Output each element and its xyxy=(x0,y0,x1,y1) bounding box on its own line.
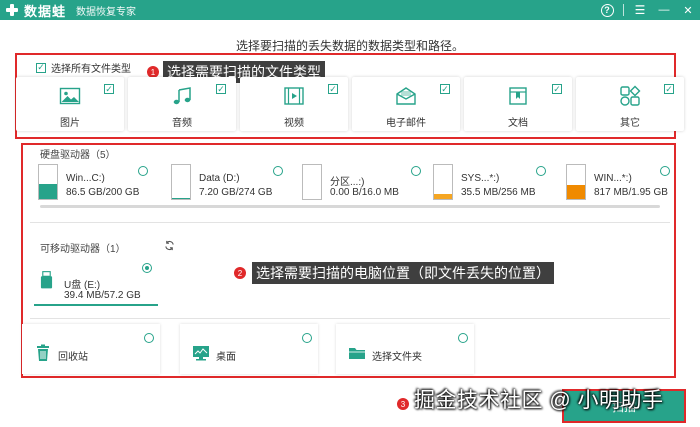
annotation-number-3: 3 xyxy=(397,398,409,410)
file-type-card-email[interactable]: ✓ 电子邮件 xyxy=(352,77,460,131)
section-divider xyxy=(30,318,670,319)
file-type-card-image[interactable]: ✓ 图片 xyxy=(16,77,124,131)
drive-name: Win...C:) xyxy=(66,173,105,184)
location-radio[interactable] xyxy=(144,333,154,343)
file-type-label: 图片 xyxy=(60,118,80,129)
other-icon xyxy=(620,85,641,106)
menu-icon: ☰ xyxy=(634,3,646,17)
removable-drives-title: 可移动驱动器（1） xyxy=(40,244,126,255)
drive-size: 0.00 B/16.0 MB xyxy=(330,187,399,198)
drive-usage-fill xyxy=(39,184,57,199)
file-type-label: 电子邮件 xyxy=(386,118,426,129)
file-type-checkbox[interactable]: ✓ xyxy=(664,84,674,94)
drive-usage-fill xyxy=(567,184,585,199)
file-type-checkbox[interactable]: ✓ xyxy=(216,84,226,94)
drive-usage-bar xyxy=(302,164,322,200)
location-card-desktop[interactable]: 桌面 xyxy=(180,324,318,374)
drive-radio[interactable] xyxy=(536,166,546,176)
app-logo: 数据蛙 xyxy=(4,1,66,20)
drive-size: 817 MB/1.95 GB xyxy=(594,187,668,198)
file-type-checkbox[interactable]: ✓ xyxy=(328,84,338,94)
hard-drives-title: 硬盘驱动器（5） xyxy=(40,150,116,161)
drive-size: 7.20 GB/274 GB xyxy=(199,187,273,198)
drive-radio[interactable] xyxy=(138,166,148,176)
drive-name: SYS...*:) xyxy=(461,173,500,184)
location-card-recycle-bin[interactable]: 回收站 xyxy=(22,324,160,374)
file-type-label: 音频 xyxy=(172,118,192,129)
help-button[interactable]: ? xyxy=(595,0,619,20)
drive-usage-fill xyxy=(434,194,452,199)
location-label: 回收站 xyxy=(58,352,88,363)
watermark: 掘金技术社区 @ 小明助手 xyxy=(414,389,664,412)
title-bar: 数据蛙 数据恢复专家 ? ☰ — ✕ xyxy=(0,0,700,20)
close-button[interactable]: ✕ xyxy=(676,0,700,20)
file-type-card-audio[interactable]: ✓ 音频 xyxy=(128,77,236,131)
annotation-number-2: 2 xyxy=(234,267,246,279)
drive-usage-bar xyxy=(38,164,58,200)
file-type-label: 文档 xyxy=(508,118,528,129)
location-radio[interactable] xyxy=(302,333,312,343)
file-type-card-video[interactable]: ✓ 视频 xyxy=(240,77,348,131)
select-all-file-types[interactable]: ✓ 选择所有文件类型 xyxy=(36,60,131,75)
drive-radio[interactable] xyxy=(411,166,421,176)
file-type-checkbox[interactable]: ✓ xyxy=(440,84,450,94)
select-all-checkbox[interactable]: ✓ xyxy=(36,62,46,73)
usb-drive-icon xyxy=(40,271,53,289)
drive-name: Data (D:) xyxy=(199,173,240,184)
file-type-card-document[interactable]: ✓ 文档 xyxy=(464,77,572,131)
app-subtitle: 数据恢复专家 xyxy=(76,6,137,18)
drives-horizontal-scrollbar[interactable] xyxy=(40,205,660,208)
drive-usage-bar xyxy=(433,164,453,200)
folder-icon xyxy=(349,348,365,359)
drive-name: 分区...:) xyxy=(330,177,365,188)
menu-button[interactable]: ☰ xyxy=(628,0,652,20)
email-icon xyxy=(396,87,416,105)
help-icon: ? xyxy=(600,3,614,17)
file-type-label: 其它 xyxy=(620,118,640,129)
location-radio[interactable] xyxy=(458,333,468,343)
section-divider xyxy=(30,222,670,223)
instruction-text: 选择要扫描的丢失数据的数据类型和路径。 xyxy=(235,39,464,53)
drive-usage-bar xyxy=(171,164,191,200)
location-card-select-folder[interactable]: 选择文件夹 xyxy=(336,324,474,374)
usb-drive-radio[interactable] xyxy=(142,263,152,273)
drive-size: 86.5 GB/200 GB xyxy=(66,187,140,198)
refresh-icon[interactable] xyxy=(164,240,175,251)
annotation-label-2: 选择需要扫描的电脑位置（即文件丢失的位置） xyxy=(252,262,554,284)
drive-usage-bar xyxy=(566,164,586,200)
document-icon xyxy=(509,87,527,105)
file-type-card-other[interactable]: ✓ 其它 xyxy=(576,77,684,131)
minimize-icon: — xyxy=(658,4,670,16)
music-icon xyxy=(173,87,191,105)
drive-name: WIN...*:) xyxy=(594,173,632,184)
recycle-bin-icon xyxy=(37,344,49,361)
select-all-label: 选择所有文件类型 xyxy=(51,64,131,75)
logo-cross-icon xyxy=(4,2,20,18)
file-type-checkbox[interactable]: ✓ xyxy=(552,84,562,94)
usb-drive-name: U盘 (E:) xyxy=(64,280,101,291)
close-icon: ✕ xyxy=(683,4,693,17)
drive-radio[interactable] xyxy=(660,166,670,176)
usb-drive-size: 39.4 MB/57.2 GB xyxy=(64,290,141,301)
minimize-button[interactable]: — xyxy=(652,0,676,20)
file-type-label: 视频 xyxy=(284,118,304,129)
titlebar-divider xyxy=(623,4,624,16)
image-icon xyxy=(59,87,81,105)
drive-radio[interactable] xyxy=(273,166,283,176)
app-name: 数据蛙 xyxy=(24,3,67,19)
location-label: 桌面 xyxy=(216,352,236,363)
desktop-icon xyxy=(193,346,209,361)
drive-size: 35.5 MB/256 MB xyxy=(461,187,536,198)
video-icon xyxy=(284,87,304,105)
location-label: 选择文件夹 xyxy=(372,352,422,363)
drive-usage-fill xyxy=(172,197,190,199)
file-type-checkbox[interactable]: ✓ xyxy=(104,84,114,94)
usb-drive-item[interactable]: U盘 (E:) 39.4 MB/57.2 GB xyxy=(34,262,158,306)
